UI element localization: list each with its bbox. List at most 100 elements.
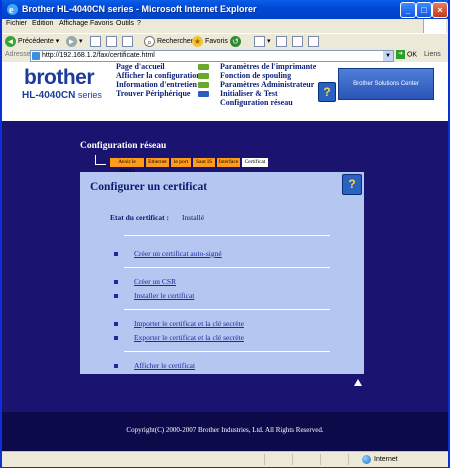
windows-flag-icon [423, 19, 446, 33]
messenger-button[interactable] [308, 35, 319, 48]
history-button[interactable]: ↺ [230, 35, 241, 48]
tab-port[interactable]: le port [171, 158, 191, 167]
nav-left: Page d'accueil Afficher la configuration… [116, 62, 201, 98]
nav-spooling-link[interactable]: Fonction de spouling [220, 71, 316, 80]
create-self-signed-link[interactable]: Créer un certificat auto-signé [134, 249, 222, 258]
nav-admin-settings-link[interactable]: Paramètres Administrateur [220, 80, 316, 89]
status-bar: Internet [2, 451, 448, 467]
forward-button[interactable]: ► ▾ [66, 35, 82, 48]
install-certificate-link[interactable]: Installer le certificat [134, 291, 194, 300]
arrow-icon [198, 82, 209, 88]
go-label: OK [406, 51, 418, 59]
link-row: Créer un certificat auto-signé [114, 249, 222, 258]
close-button[interactable]: × [432, 2, 448, 18]
model-prefix: HL-4040CN [22, 90, 76, 101]
address-label: Adresse [5, 51, 31, 58]
forward-arrow-icon: ► [66, 35, 77, 47]
go-button[interactable]: ➜ OK [396, 50, 417, 60]
home-icon [122, 35, 133, 47]
nav-right: Paramètres de l'imprimante Fonction de s… [220, 62, 316, 107]
messenger-icon [308, 35, 319, 47]
status-separator [320, 454, 321, 465]
edit-icon [292, 35, 303, 47]
svg-text:e: e [9, 5, 14, 16]
brother-logo: brother [24, 66, 95, 89]
print-icon [276, 35, 287, 47]
divider [124, 235, 330, 236]
nav-show-config-link[interactable]: Afficher la configuration [116, 71, 201, 80]
status-separator [292, 454, 293, 465]
links-button[interactable]: Liens [424, 51, 441, 58]
maximize-button[interactable]: □ [416, 2, 432, 18]
nav-network-config-link[interactable]: Configuration réseau [220, 98, 316, 107]
tab-interface[interactable]: Interface [217, 158, 240, 167]
menu-fichier[interactable]: Fichier [6, 20, 27, 27]
nav-reset-test-link[interactable]: Initialiser & Test [220, 89, 316, 98]
window-title: Brother HL-4040CN series - Microsoft Int… [22, 4, 257, 14]
mail-button[interactable]: ▾ [254, 35, 270, 48]
edit-button[interactable] [292, 35, 303, 48]
page-header: brother HL-4040CN series Page d'accueil … [2, 62, 448, 121]
view-certificate-link[interactable]: Afficher le certificat [134, 361, 195, 370]
refresh-button[interactable] [106, 35, 117, 48]
nav-printer-settings-link[interactable]: Paramètres de l'imprimante [220, 62, 316, 71]
bullet-icon [114, 336, 118, 341]
tab-certificat[interactable]: Certificat [242, 158, 268, 167]
address-bar: Adresse http://192.168.1.2/fax/certifica… [2, 49, 448, 63]
create-csr-link[interactable]: Créer un CSR [134, 277, 176, 286]
tab-connector [95, 155, 106, 165]
link-row: Créer un CSR [114, 277, 176, 286]
certificate-status-label: Etat du certificat : [110, 213, 169, 222]
tab-saut[interactable]: Saut IS [193, 158, 215, 167]
model-name: HL-4040CN series [22, 90, 102, 101]
menu-outils[interactable]: Outils [116, 20, 134, 27]
menu-affichage[interactable]: Affichage [59, 20, 88, 27]
divider [124, 267, 330, 268]
print-button[interactable] [276, 35, 287, 48]
tab-ethernet[interactable]: Ethernet [146, 158, 169, 167]
divider [124, 351, 330, 352]
address-url: http://192.168.1.2/fax/certificate.html [42, 52, 155, 59]
menu-edition[interactable]: Edition [32, 20, 53, 27]
address-input[interactable]: http://192.168.1.2/fax/certificate.html … [30, 50, 394, 62]
bullet-icon [114, 322, 118, 327]
home-button[interactable] [122, 35, 133, 48]
arrow-icon [198, 91, 209, 97]
browser-window: e Brother HL-4040CN series - Microsoft I… [0, 0, 450, 468]
minimize-button[interactable]: _ [400, 2, 416, 18]
nav-find-device-link[interactable]: Trouver Périphérique [116, 89, 201, 98]
search-icon: ⌕ [144, 35, 155, 47]
address-dropdown-icon[interactable]: ▼ [383, 51, 393, 61]
link-row: Afficher le certificat [114, 361, 195, 370]
tab-service[interactable]: Avoir le service [110, 158, 144, 174]
internet-explorer-icon: e [7, 4, 18, 16]
security-zone: Internet [362, 454, 398, 465]
arrow-icon [198, 64, 209, 70]
menu-favoris[interactable]: Favoris [90, 20, 113, 27]
nav-maintenance-link[interactable]: Information d'entretien [116, 80, 201, 89]
export-certificate-link[interactable]: Exporter le certificat et la clé secrète [134, 333, 244, 342]
stop-button[interactable] [90, 35, 101, 48]
menu-bar: Fichier Edition Affichage Favoris Outils… [2, 19, 448, 32]
zone-label: Internet [374, 456, 398, 463]
globe-icon [362, 454, 371, 464]
brother-solutions-center-button[interactable]: Brother Solutions Center [338, 68, 434, 100]
back-label: Précédente [17, 38, 54, 45]
scroll-to-top-icon[interactable] [354, 379, 362, 386]
help-icon[interactable]: ? [318, 82, 336, 102]
nav-home-link[interactable]: Page d'accueil [116, 62, 201, 71]
section-title: Configuration réseau [80, 141, 167, 151]
star-icon: ★ [192, 35, 203, 47]
bullet-icon [114, 294, 118, 299]
arrow-icon [198, 73, 209, 79]
stop-icon [90, 35, 101, 47]
status-separator [348, 454, 349, 465]
import-certificate-link[interactable]: Importer le certificat et la clé secrète [134, 319, 244, 328]
menu-help[interactable]: ? [137, 20, 141, 27]
search-button[interactable]: ⌕ Rechercher [144, 35, 193, 48]
back-button[interactable]: ◄ Précédente ▾ [5, 35, 59, 48]
favorites-button[interactable]: ★ Favoris [192, 35, 228, 48]
link-row: Installer le certificat [114, 291, 194, 300]
help-icon[interactable]: ? [342, 174, 362, 195]
refresh-icon [106, 35, 117, 47]
